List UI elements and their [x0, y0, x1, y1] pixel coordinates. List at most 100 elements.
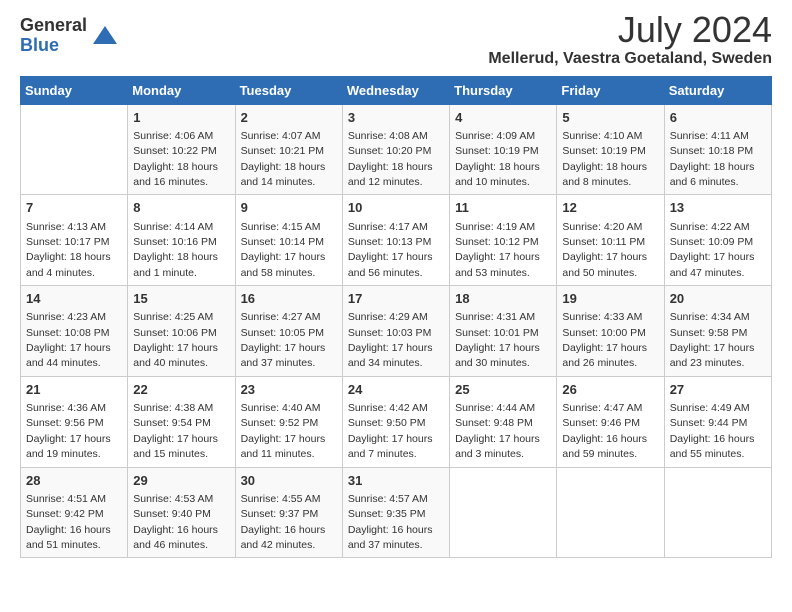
day-info: Sunrise: 4:42 AM Sunset: 9:50 PM Dayligh…	[348, 402, 433, 460]
day-info: Sunrise: 4:07 AM Sunset: 10:21 PM Daylig…	[241, 130, 326, 188]
week-row-3: 14 Sunrise: 4:23 AM Sunset: 10:08 PM Dayl…	[21, 286, 772, 377]
day-info: Sunrise: 4:08 AM Sunset: 10:20 PM Daylig…	[348, 130, 433, 188]
day-number: 19	[562, 290, 658, 308]
day-info: Sunrise: 4:20 AM Sunset: 10:11 PM Daylig…	[562, 221, 647, 279]
day-number: 30	[241, 472, 337, 490]
day-number: 25	[455, 381, 551, 399]
day-info: Sunrise: 4:14 AM Sunset: 10:16 PM Daylig…	[133, 221, 218, 279]
day-info: Sunrise: 4:40 AM Sunset: 9:52 PM Dayligh…	[241, 402, 326, 460]
logo-general: General	[20, 16, 87, 36]
day-number: 17	[348, 290, 444, 308]
day-number: 29	[133, 472, 229, 490]
day-cell: 23 Sunrise: 4:40 AM Sunset: 9:52 PM Dayli…	[235, 376, 342, 467]
day-number: 11	[455, 199, 551, 217]
day-number: 15	[133, 290, 229, 308]
day-info: Sunrise: 4:29 AM Sunset: 10:03 PM Daylig…	[348, 311, 433, 369]
day-info: Sunrise: 4:19 AM Sunset: 10:12 PM Daylig…	[455, 221, 540, 279]
logo-blue: Blue	[20, 36, 87, 56]
day-info: Sunrise: 4:53 AM Sunset: 9:40 PM Dayligh…	[133, 493, 218, 551]
day-number: 24	[348, 381, 444, 399]
day-cell: 7 Sunrise: 4:13 AM Sunset: 10:17 PM Dayli…	[21, 195, 128, 286]
day-info: Sunrise: 4:09 AM Sunset: 10:19 PM Daylig…	[455, 130, 540, 188]
logo: General Blue	[20, 16, 119, 56]
day-cell: 21Sunrise: 4:36 AM Sunset: 9:56 PM Dayli…	[21, 376, 128, 467]
header: General Blue July 2024 Mellerud, Vaestra…	[20, 10, 772, 68]
day-cell: 30 Sunrise: 4:55 AM Sunset: 9:37 PM Dayli…	[235, 467, 342, 558]
day-info: Sunrise: 4:57 AM Sunset: 9:35 PM Dayligh…	[348, 493, 433, 551]
day-cell: 14 Sunrise: 4:23 AM Sunset: 10:08 PM Dayl…	[21, 286, 128, 377]
header-cell-sunday: Sunday	[21, 76, 128, 104]
day-number: 12	[562, 199, 658, 217]
day-number: 1	[133, 109, 229, 127]
day-info: Sunrise: 4:06 AM Sunset: 10:22 PM Daylig…	[133, 130, 218, 188]
month-title: July 2024	[488, 10, 772, 50]
day-cell: 28 Sunrise: 4:51 AM Sunset: 9:42 PM Dayli…	[21, 467, 128, 558]
day-cell: 6Sunrise: 4:11 AM Sunset: 10:18 PM Dayli…	[664, 104, 771, 195]
logo-icon	[91, 22, 119, 50]
day-info: Sunrise: 4:27 AM Sunset: 10:05 PM Daylig…	[241, 311, 326, 369]
day-info: Sunrise: 4:55 AM Sunset: 9:37 PM Dayligh…	[241, 493, 326, 551]
day-number: 14	[26, 290, 122, 308]
day-cell: 5Sunrise: 4:10 AM Sunset: 10:19 PM Dayli…	[557, 104, 664, 195]
day-cell: 18 Sunrise: 4:31 AM Sunset: 10:01 PM Dayl…	[450, 286, 557, 377]
day-number: 16	[241, 290, 337, 308]
day-number: 9	[241, 199, 337, 217]
day-cell: 2Sunrise: 4:07 AM Sunset: 10:21 PM Dayli…	[235, 104, 342, 195]
day-number: 22	[133, 381, 229, 399]
header-cell-wednesday: Wednesday	[342, 76, 449, 104]
week-row-2: 7 Sunrise: 4:13 AM Sunset: 10:17 PM Dayli…	[21, 195, 772, 286]
day-info: Sunrise: 4:13 AM Sunset: 10:17 PM Daylig…	[26, 221, 111, 279]
day-info: Sunrise: 4:33 AM Sunset: 10:00 PM Daylig…	[562, 311, 647, 369]
day-number: 18	[455, 290, 551, 308]
day-number: 26	[562, 381, 658, 399]
week-row-1: 1 Sunrise: 4:06 AM Sunset: 10:22 PM Dayli…	[21, 104, 772, 195]
day-number: 7	[26, 199, 122, 217]
day-info: Sunrise: 4:23 AM Sunset: 10:08 PM Daylig…	[26, 311, 111, 369]
day-cell: 1 Sunrise: 4:06 AM Sunset: 10:22 PM Dayli…	[128, 104, 235, 195]
day-cell: 9 Sunrise: 4:15 AM Sunset: 10:14 PM Dayli…	[235, 195, 342, 286]
day-info: Sunrise: 4:38 AM Sunset: 9:54 PM Dayligh…	[133, 402, 218, 460]
day-cell	[664, 467, 771, 558]
day-cell: 4 Sunrise: 4:09 AM Sunset: 10:19 PM Dayli…	[450, 104, 557, 195]
day-number: 4	[455, 109, 551, 127]
location-title: Mellerud, Vaestra Goetaland, Sweden	[488, 50, 772, 68]
day-cell	[557, 467, 664, 558]
logo-text: General Blue	[20, 16, 87, 56]
day-number: 13	[670, 199, 766, 217]
day-info: Sunrise: 4:34 AM Sunset: 9:58 PM Dayligh…	[670, 311, 755, 369]
header-row: SundayMondayTuesdayWednesdayThursdayFrid…	[21, 76, 772, 104]
day-number: 3	[348, 109, 444, 127]
title-area: July 2024 Mellerud, Vaestra Goetaland, S…	[488, 10, 772, 68]
day-cell: 17 Sunrise: 4:29 AM Sunset: 10:03 PM Dayl…	[342, 286, 449, 377]
day-info: Sunrise: 4:31 AM Sunset: 10:01 PM Daylig…	[455, 311, 540, 369]
day-cell: 24 Sunrise: 4:42 AM Sunset: 9:50 PM Dayli…	[342, 376, 449, 467]
day-info: Sunrise: 4:22 AM Sunset: 10:09 PM Daylig…	[670, 221, 755, 279]
header-cell-saturday: Saturday	[664, 76, 771, 104]
header-cell-tuesday: Tuesday	[235, 76, 342, 104]
day-cell: 31 Sunrise: 4:57 AM Sunset: 9:35 PM Dayli…	[342, 467, 449, 558]
day-cell: 13 Sunrise: 4:22 AM Sunset: 10:09 PM Dayl…	[664, 195, 771, 286]
day-number: 10	[348, 199, 444, 217]
day-cell: 26Sunrise: 4:47 AM Sunset: 9:46 PM Dayli…	[557, 376, 664, 467]
day-number: 8	[133, 199, 229, 217]
day-info: Sunrise: 4:25 AM Sunset: 10:06 PM Daylig…	[133, 311, 218, 369]
header-cell-friday: Friday	[557, 76, 664, 104]
day-number: 27	[670, 381, 766, 399]
day-number: 28	[26, 472, 122, 490]
day-cell: 16 Sunrise: 4:27 AM Sunset: 10:05 PM Dayl…	[235, 286, 342, 377]
day-number: 31	[348, 472, 444, 490]
day-cell: 20 Sunrise: 4:34 AM Sunset: 9:58 PM Dayli…	[664, 286, 771, 377]
day-cell: 19 Sunrise: 4:33 AM Sunset: 10:00 PM Dayl…	[557, 286, 664, 377]
day-info: Sunrise: 4:51 AM Sunset: 9:42 PM Dayligh…	[26, 493, 111, 551]
day-info: Sunrise: 4:17 AM Sunset: 10:13 PM Daylig…	[348, 221, 433, 279]
day-info: Sunrise: 4:15 AM Sunset: 10:14 PM Daylig…	[241, 221, 326, 279]
week-row-5: 28 Sunrise: 4:51 AM Sunset: 9:42 PM Dayli…	[21, 467, 772, 558]
day-info: Sunrise: 4:44 AM Sunset: 9:48 PM Dayligh…	[455, 402, 540, 460]
day-info: Sunrise: 4:49 AM Sunset: 9:44 PM Dayligh…	[670, 402, 755, 460]
day-cell: 29 Sunrise: 4:53 AM Sunset: 9:40 PM Dayli…	[128, 467, 235, 558]
day-number: 20	[670, 290, 766, 308]
day-number: 6	[670, 109, 766, 127]
day-cell: 8 Sunrise: 4:14 AM Sunset: 10:16 PM Dayli…	[128, 195, 235, 286]
calendar-table: SundayMondayTuesdayWednesdayThursdayFrid…	[20, 76, 772, 559]
day-number: 23	[241, 381, 337, 399]
